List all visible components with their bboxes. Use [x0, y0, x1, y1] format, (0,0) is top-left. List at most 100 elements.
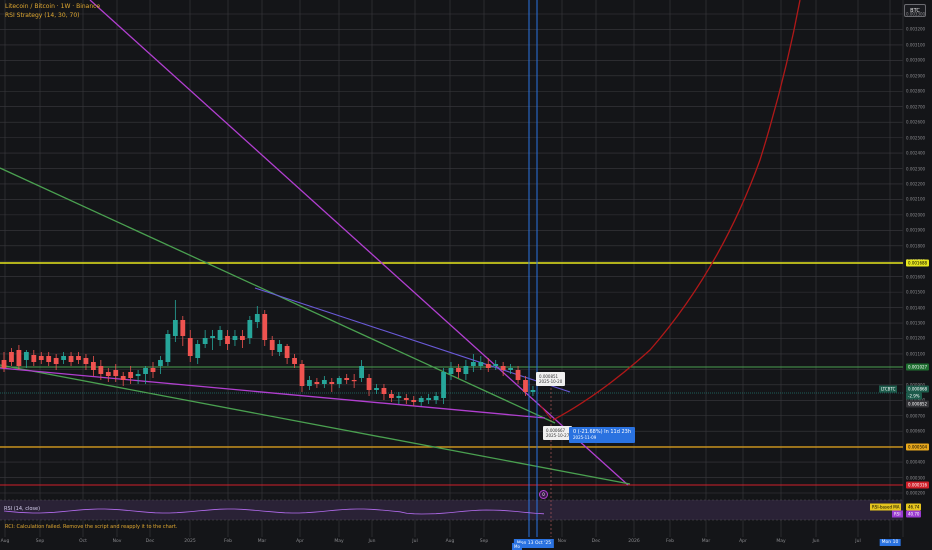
candle-body	[232, 336, 238, 340]
candle-body	[433, 396, 439, 400]
candle-body	[403, 398, 409, 400]
candle-body	[269, 340, 275, 350]
trendline-descending-purple	[89, 0, 629, 486]
candle-body	[277, 344, 283, 352]
price-chart[interactable]	[0, 0, 932, 550]
candle-body	[307, 380, 312, 386]
time-tick-label: May	[776, 539, 786, 544]
candle-body	[225, 336, 230, 344]
time-tick-label: Nov	[557, 539, 567, 544]
candle-body	[187, 338, 193, 356]
candle-body	[91, 362, 96, 370]
price-tick-label: 0.000700	[906, 413, 926, 419]
event-marker-label: 0	[542, 492, 545, 497]
price-tick-label: 0.003200	[906, 26, 926, 32]
candle-body	[195, 344, 201, 358]
candle-body	[493, 364, 499, 366]
price-tick-label: 0.002100	[906, 196, 926, 202]
projection-date: 2025-11-09	[573, 435, 597, 440]
price-note-lower[interactable]: 0.000667 2025-10-27	[543, 426, 573, 440]
candle-body	[76, 356, 81, 360]
chart-window: Litecoin / Bitcoin · 1W · Binance RSI St…	[0, 0, 932, 550]
candle-body	[53, 358, 59, 364]
candle-body	[68, 356, 74, 362]
candle-body	[158, 360, 163, 366]
price-tick-label: 0.002900	[906, 73, 926, 79]
candle-body	[46, 356, 52, 362]
time-tick-label: Sep	[479, 539, 489, 544]
candle-body	[210, 336, 215, 338]
price-tick-label: 0.002200	[906, 181, 926, 187]
price-tick-label: 0.002700	[906, 104, 926, 110]
price-tick-label: 0.002400	[906, 150, 926, 156]
price-tick-label: 0.000300	[906, 475, 926, 481]
rsi-value-label: RSI	[892, 510, 903, 518]
candle-body	[389, 394, 394, 398]
orange-level-badge: 0.000504	[906, 443, 930, 451]
price-tick-label: 0.001300	[906, 320, 926, 326]
candle-body	[135, 374, 141, 376]
candle-body	[351, 380, 357, 382]
time-tick-label: Jun	[812, 539, 820, 544]
price-tick-label: 0.002600	[906, 119, 926, 125]
price-tick-label: 0.001600	[906, 274, 926, 280]
candle-body	[165, 334, 171, 362]
price-tick-label: 0.002800	[906, 88, 926, 94]
price-tick-label: 0.003300	[906, 11, 926, 17]
green-level-badge: 0.001027	[906, 363, 930, 371]
candle-body	[262, 314, 268, 340]
candle-body	[247, 320, 253, 338]
candle-body	[500, 366, 506, 370]
candle-body	[411, 400, 417, 402]
time-tick-label: Dec	[591, 539, 601, 544]
rsi-pane-label[interactable]: RSI (14, close)	[4, 506, 40, 512]
price-note-lower-date: 2025-10-27	[546, 433, 570, 438]
candle-body	[180, 320, 186, 336]
candle-body	[98, 366, 104, 374]
candle-body	[202, 338, 208, 344]
candle-body	[530, 390, 536, 392]
candle-body	[38, 356, 44, 360]
candle-body	[321, 380, 327, 384]
candle-body	[381, 388, 387, 394]
candle-body	[478, 362, 484, 366]
candle-body	[23, 352, 29, 360]
time-tick-label: Jul	[855, 539, 861, 544]
candle-body	[16, 350, 22, 366]
time-tick-label: 2026	[628, 539, 640, 544]
candle-body	[150, 368, 156, 372]
price-tick-label: 0.001900	[906, 227, 926, 233]
candle-body	[426, 398, 432, 400]
time-tick-label: 2025	[184, 539, 196, 544]
candle-body	[120, 376, 126, 380]
yellow-level-badge: 0.001688	[906, 259, 930, 267]
price-tick-label: 0.003100	[906, 42, 926, 48]
candle-body	[292, 358, 297, 364]
projection-label[interactable]: 0 (-21.68%) In 11d 23h 2025-11-09	[569, 427, 636, 443]
rsi-pane-background	[0, 500, 903, 520]
candle-body	[284, 346, 290, 358]
candle-body	[113, 370, 119, 376]
candle-body	[359, 366, 364, 378]
time-tick-label: May	[334, 539, 344, 544]
candle-body	[441, 372, 446, 398]
price-tick-label: 0.000400	[906, 459, 926, 465]
rsi-ma-badge: 46.74	[906, 503, 922, 511]
candle-body	[143, 368, 148, 374]
price-note-upper[interactable]: 0.000851 2025-10-20	[536, 372, 566, 386]
event-marker-icon[interactable]: 0	[539, 490, 548, 499]
candle-body	[83, 358, 89, 364]
time-tick-label: Jun	[368, 539, 376, 544]
parabolic-projection-curve	[552, 0, 801, 421]
candle-body	[1, 360, 7, 368]
candle-body	[366, 378, 372, 390]
price-note-upper-date: 2025-10-20	[539, 379, 563, 384]
candle-body	[396, 396, 402, 398]
indicator-legend[interactable]: RSI Strategy (14, 30, 70)	[5, 12, 79, 19]
candle-body	[105, 372, 111, 376]
candle-body	[299, 364, 305, 386]
time-tick-label: Apr	[296, 539, 304, 544]
candle-body	[448, 368, 454, 374]
time-tick-label: Mar	[257, 539, 267, 544]
candle-body	[344, 378, 350, 380]
